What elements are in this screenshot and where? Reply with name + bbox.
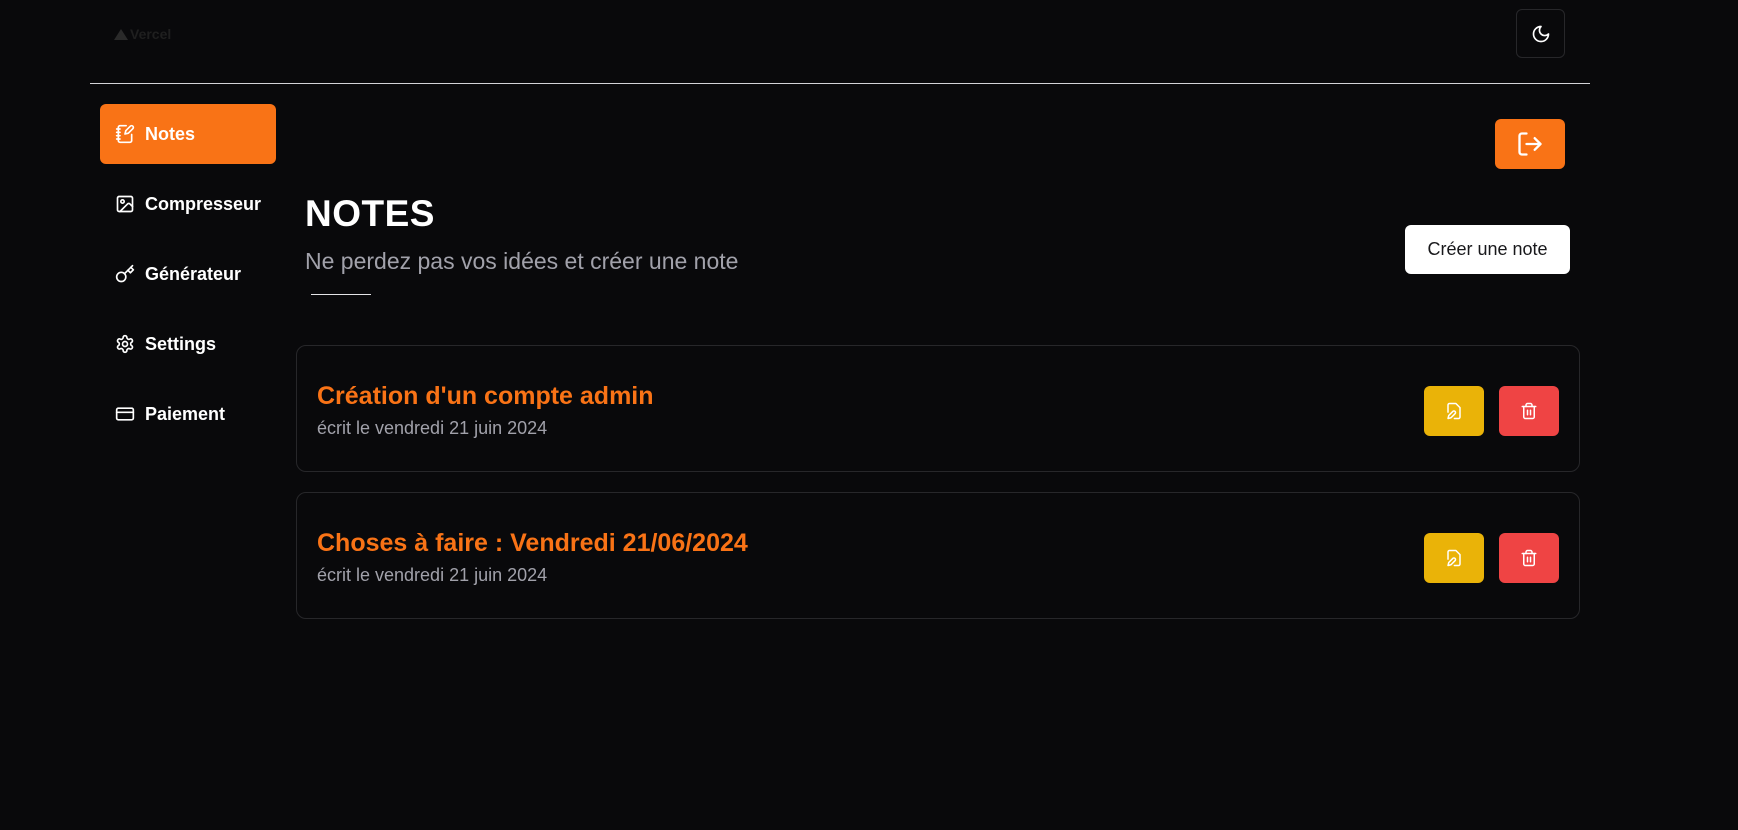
note-date: écrit le vendredi 21 juin 2024 <box>317 418 548 438</box>
sidebar-item-generateur[interactable]: Générateur <box>100 244 276 304</box>
note-title: Création d'un compte admin <box>317 382 654 410</box>
sidebar-item-compresseur[interactable]: Compresseur <box>100 174 276 234</box>
note-card[interactable]: Choses à faire : Vendredi 21/06/2024 écr… <box>296 492 1580 619</box>
trash-icon <box>1521 549 1537 567</box>
sidebar-item-label: Settings <box>145 333 217 354</box>
logo-text: Vercel <box>130 26 172 42</box>
note-date: écrit le vendredi 21 juin 2024 <box>317 565 548 585</box>
create-note-button[interactable]: Créer une note <box>1405 225 1570 274</box>
sidebar-item-label: Notes <box>145 123 196 144</box>
notes-list: Création d'un compte admin écrit le vend… <box>296 345 1580 639</box>
page-subtitle: Ne perdez pas vos idées et créer une not… <box>305 248 739 274</box>
logout-button[interactable] <box>1495 119 1565 169</box>
app-page: Vercel Notes Compresseur Générateur Sett… <box>0 0 1738 830</box>
trash-icon <box>1521 402 1537 420</box>
delete-note-button[interactable] <box>1499 386 1559 436</box>
theme-toggle-button[interactable] <box>1516 9 1565 58</box>
edit-icon <box>1447 549 1461 567</box>
sidebar-item-label: Paiement <box>145 403 226 424</box>
note-title: Choses à faire : Vendredi 21/06/2024 <box>317 529 748 557</box>
credit-card-icon <box>115 407 135 421</box>
log-out-icon <box>1518 132 1542 156</box>
notebook-pen-icon <box>115 124 135 144</box>
delete-note-button[interactable] <box>1499 533 1559 583</box>
edit-note-button[interactable] <box>1424 386 1484 436</box>
logo[interactable]: Vercel <box>114 26 171 42</box>
sidebar: Notes Compresseur Générateur Settings Pa… <box>100 104 276 454</box>
edit-note-button[interactable] <box>1424 533 1484 583</box>
header-divider <box>90 83 1590 84</box>
page-title: NOTES <box>305 193 435 234</box>
sidebar-item-label: Générateur <box>145 263 242 284</box>
sidebar-item-paiement[interactable]: Paiement <box>100 384 276 444</box>
title-underline <box>311 294 371 295</box>
moon-icon <box>1532 25 1549 42</box>
edit-icon <box>1447 402 1461 420</box>
sidebar-item-notes[interactable]: Notes <box>100 104 276 164</box>
note-actions <box>1424 386 1559 436</box>
note-card[interactable]: Création d'un compte admin écrit le vend… <box>296 345 1580 472</box>
key-icon <box>115 264 135 283</box>
triangle-logo-icon <box>114 28 128 40</box>
gear-icon <box>116 334 134 354</box>
image-icon <box>116 195 134 213</box>
sidebar-item-label: Compresseur <box>145 193 262 214</box>
sidebar-item-settings[interactable]: Settings <box>100 314 276 374</box>
note-actions <box>1424 533 1559 583</box>
